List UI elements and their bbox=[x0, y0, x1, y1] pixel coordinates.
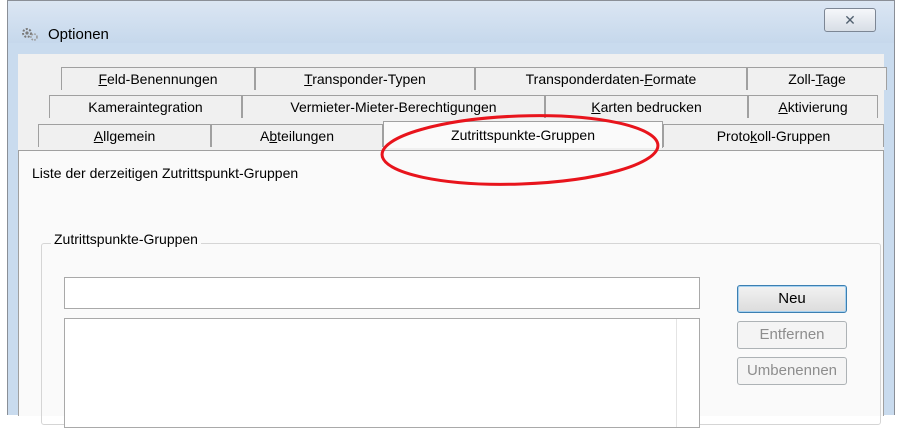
tab-aktivierung[interactable]: Aktivierung bbox=[748, 95, 878, 118]
groups-list[interactable] bbox=[64, 318, 700, 428]
list-column-divider bbox=[676, 319, 677, 427]
rename-button[interactable]: Umbenennen bbox=[737, 357, 847, 385]
gears-icon bbox=[22, 28, 38, 41]
remove-button[interactable]: Entfernen bbox=[737, 321, 847, 349]
close-icon: ✕ bbox=[844, 12, 856, 28]
dialog-client-area: Feld-Benennungen Transponder-Typen Trans… bbox=[18, 54, 887, 428]
tab-vermieter-mieter-berechtigungen[interactable]: Vermieter-Mieter-Berechtigungen bbox=[242, 95, 545, 118]
groupbox-title: Zutrittspunkte-Gruppen bbox=[51, 231, 201, 247]
tab-page-zutrittspunkte-gruppen: Liste der derzeitigen Zutrittspunkt-Grup… bbox=[18, 150, 884, 428]
title-bar: Optionen ✕ bbox=[8, 1, 894, 43]
window-title: Optionen bbox=[48, 26, 109, 43]
tab-row-3-selected: Zutrittspunkte-Gruppen bbox=[18, 121, 884, 148]
tab-zutrittspunkte-gruppen[interactable]: Zutrittspunkte-Gruppen bbox=[383, 121, 663, 148]
options-window: Optionen ✕ Feld-Benennungen Transponder-… bbox=[7, 0, 895, 428]
tab-row-2: Kameraintegration Vermieter-Mieter-Berec… bbox=[18, 95, 884, 119]
group-name-input[interactable] bbox=[64, 277, 700, 309]
tab-zoll-tage[interactable]: Zoll-Tage bbox=[747, 67, 887, 90]
page-description: Liste der derzeitigen Zutrittspunkt-Grup… bbox=[32, 165, 299, 181]
tab-karten-bedrucken[interactable]: Karten bedrucken bbox=[545, 95, 748, 118]
close-button[interactable]: ✕ bbox=[824, 8, 876, 32]
tab-transponderdaten-formate[interactable]: Transponderdaten-Formate bbox=[475, 67, 747, 90]
tab-row-1: Feld-Benennungen Transponder-Typen Trans… bbox=[18, 67, 887, 91]
tab-feld-benennungen[interactable]: Feld-Benennungen bbox=[61, 67, 255, 90]
new-button[interactable]: Neu bbox=[737, 285, 847, 313]
tab-kameraintegration[interactable]: Kameraintegration bbox=[49, 95, 242, 118]
tab-transponder-typen[interactable]: Transponder-Typen bbox=[255, 67, 475, 90]
